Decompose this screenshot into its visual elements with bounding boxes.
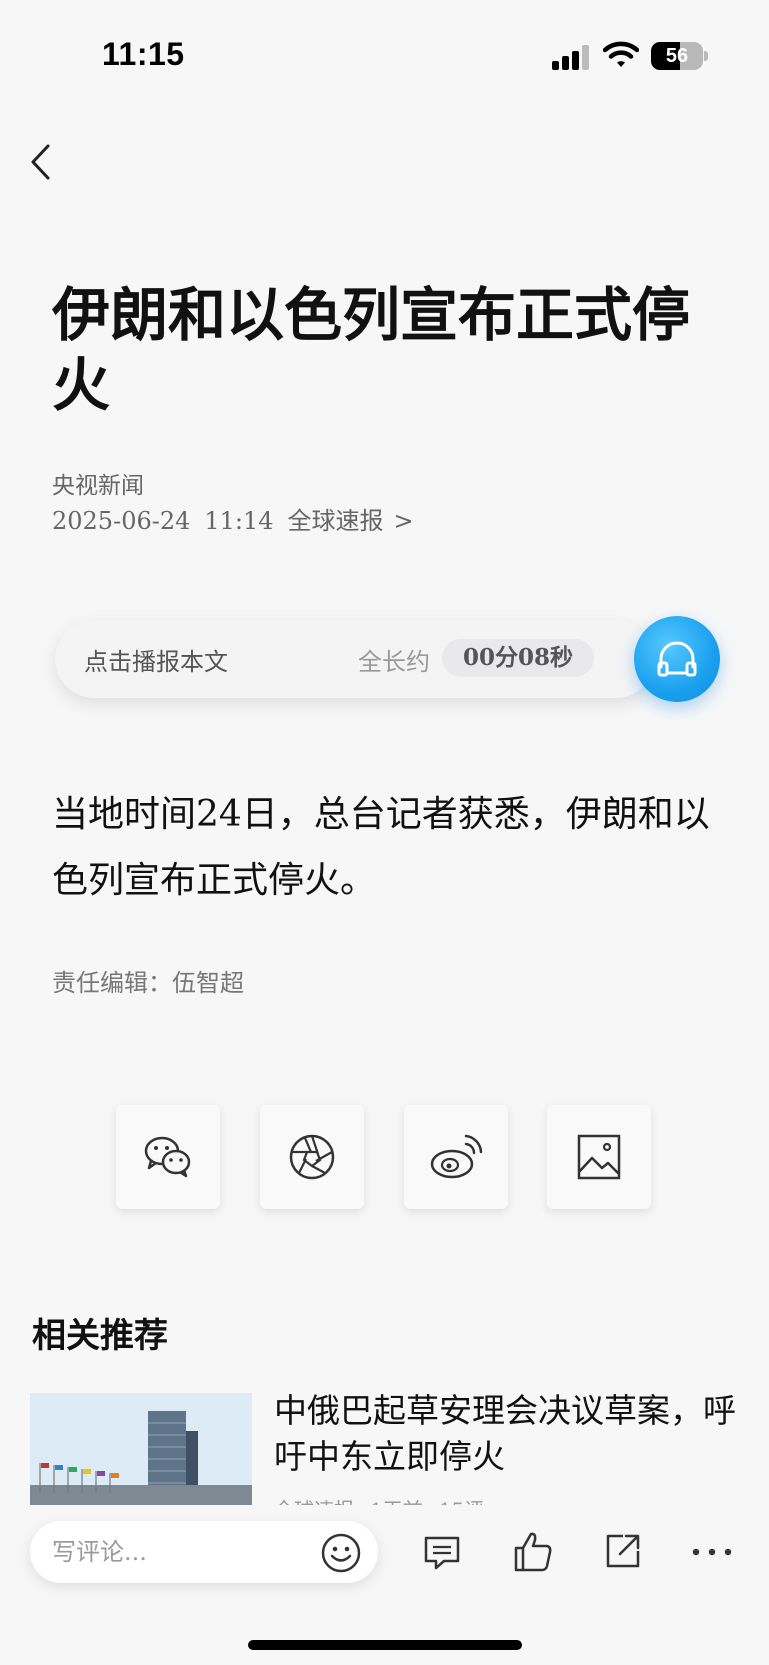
battery-level: 56 <box>665 45 689 67</box>
battery-tip <box>704 51 708 61</box>
audio-play-label[interactable]: 点击播报本文 <box>84 642 228 677</box>
article-time: 11:14 <box>204 507 274 535</box>
more-icon[interactable] <box>690 1545 734 1559</box>
article-column-link[interactable]: 全球速报 > <box>288 507 414 535</box>
cellular-signal-icon <box>552 44 590 70</box>
related-item-thumbnail[interactable] <box>30 1393 252 1511</box>
wifi-icon <box>603 41 639 67</box>
home-indicator <box>248 1640 522 1650</box>
share-icon[interactable] <box>603 1531 643 1571</box>
article-source: 央视新闻 <box>52 473 144 499</box>
audio-duration: 00分08秒 <box>442 639 594 677</box>
listen-button[interactable] <box>634 616 720 702</box>
article-meta: 2025-06-24 11:14 全球速报 > <box>52 501 428 536</box>
article-column[interactable]: 全球速报 <box>288 507 384 535</box>
comment-icon[interactable] <box>422 1533 462 1573</box>
article-title: 伊朗和以色列宣布正式停火 <box>52 281 691 419</box>
share-image-button[interactable] <box>547 1105 651 1209</box>
chevron-right-icon[interactable]: > <box>394 507 414 535</box>
share-weibo-button[interactable] <box>404 1105 508 1209</box>
wechat-icon <box>144 1136 191 1178</box>
article-date: 2025-06-24 <box>52 507 191 535</box>
share-moments-button[interactable] <box>260 1105 364 1209</box>
status-time: 11:15 <box>102 36 185 72</box>
weibo-icon <box>430 1134 483 1179</box>
audio-length-label: 全长约 <box>358 648 430 676</box>
related-item-title[interactable]: 中俄巴起草安理会决议草案，呼吁中东立即停火 <box>274 1388 744 1480</box>
article-editor: 责任编辑：伍智超 <box>52 969 244 997</box>
un-building-image <box>30 1393 252 1511</box>
battery-indicator: 56 <box>651 42 703 70</box>
back-arrow-icon[interactable] <box>28 140 58 184</box>
share-wechat-button[interactable] <box>116 1105 220 1209</box>
moments-icon <box>289 1134 335 1180</box>
emoji-icon[interactable] <box>320 1532 362 1574</box>
related-heading: 相关推荐 <box>32 1316 168 1356</box>
like-icon[interactable] <box>512 1529 554 1573</box>
image-icon <box>577 1134 621 1180</box>
headphones-icon <box>657 641 697 677</box>
article-body: 当地时间24日，总台记者获悉，伊朗和以色列宣布正式停火。 <box>52 794 710 901</box>
